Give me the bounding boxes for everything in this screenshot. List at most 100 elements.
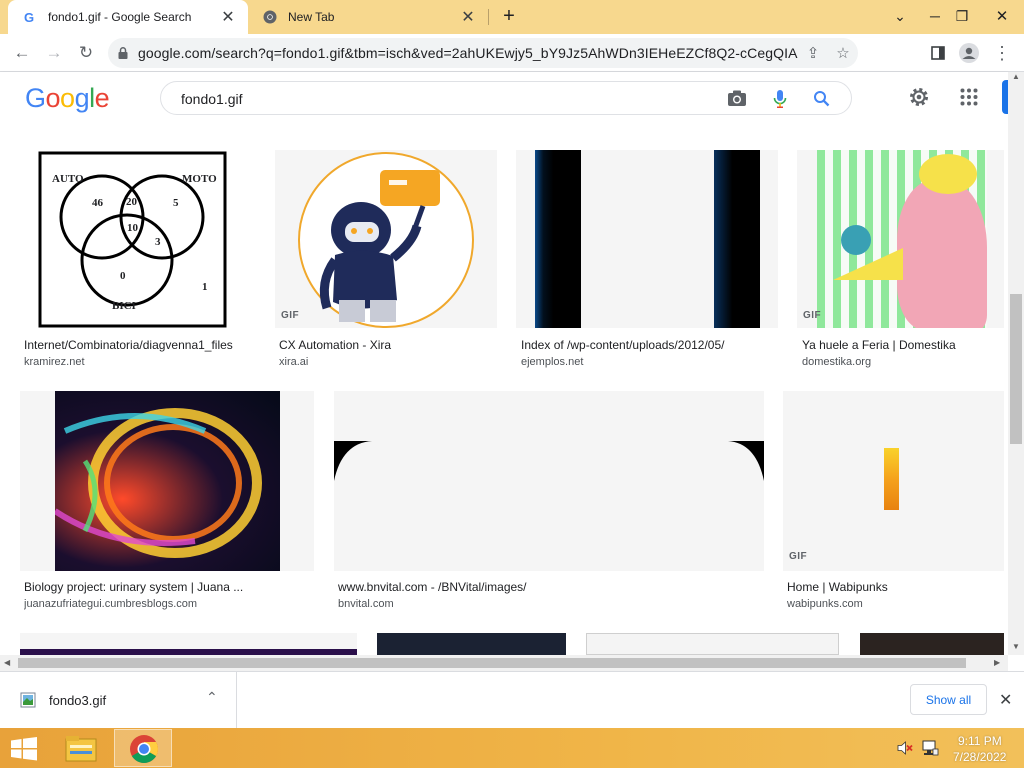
image-result-xira[interactable]: GIF CX Automation - Xira xira.ai — [275, 150, 497, 370]
venn-number: 1 — [202, 281, 208, 293]
microphone-icon[interactable] — [773, 89, 787, 112]
chrome-taskbar-button[interactable] — [114, 729, 172, 767]
profile-avatar-icon[interactable] — [955, 39, 983, 67]
result-caption[interactable]: CX Automation - Xira — [279, 338, 497, 352]
image-result-clipped[interactable] — [860, 633, 1004, 655]
tab-google-search[interactable]: G fondo1.gif - Google Search ✕ — [8, 0, 248, 34]
clock-date[interactable]: 7/28/2022 — [953, 750, 1006, 764]
chrome-icon — [262, 9, 278, 25]
forward-arrow-icon[interactable]: → — [40, 39, 68, 67]
image-result-venn[interactable]: AUTO MOTO BICI 46 20 5 10 3 0 1 Internet… — [20, 150, 256, 370]
scroll-thumb[interactable] — [1010, 294, 1022, 444]
chevron-up-icon[interactable]: ⌃ — [206, 689, 218, 706]
horizontal-scrollbar[interactable]: ◀ ▶ — [0, 655, 1008, 671]
image-thumbnail[interactable] — [20, 391, 314, 571]
more-menu-icon[interactable]: ⋮ — [988, 39, 1016, 67]
tab-divider — [488, 9, 489, 25]
side-panel-icon[interactable] — [924, 39, 952, 67]
result-caption[interactable]: Internet/Combinatoria/diagvenna1_files — [24, 338, 256, 352]
result-source[interactable]: ejemplos.net — [521, 356, 778, 368]
search-icon[interactable] — [813, 90, 831, 111]
svg-text:G: G — [24, 10, 34, 24]
venn-label-auto: AUTO — [52, 173, 84, 185]
result-source[interactable]: domestika.org — [802, 356, 1004, 368]
image-result-clipped[interactable] — [20, 633, 357, 655]
result-caption[interactable]: www.bnvital.com - /BNVital/images/ — [338, 580, 764, 594]
gif-badge: GIF — [281, 310, 300, 321]
image-result-ejemplos[interactable]: Index of /wp-content/uploads/2012/05/ ej… — [516, 150, 778, 370]
clock-time[interactable]: 9:11 PM — [958, 734, 1002, 748]
yellow-shape-image — [919, 154, 977, 194]
network-icon[interactable] — [921, 740, 939, 759]
robot-illustration-image — [298, 152, 474, 328]
image-result-domestika[interactable]: GIF Ya huele a Feria | Domestika domesti… — [797, 150, 1004, 370]
dark-bar-image — [535, 150, 581, 328]
windows-taskbar: 9:11 PM 7/28/2022 — [0, 728, 1024, 768]
image-result-clipped[interactable] — [586, 633, 839, 655]
download-item[interactable]: fondo3.gif ⌃ — [0, 672, 237, 728]
venn-label-bici: BICI — [112, 300, 136, 312]
result-source[interactable]: bnvital.com — [338, 598, 764, 610]
image-thumbnail[interactable]: GIF — [275, 150, 497, 328]
cosmic-swirl-image — [55, 391, 280, 571]
settings-gear-icon[interactable] — [908, 86, 930, 111]
result-caption[interactable]: Home | Wabipunks — [787, 580, 1004, 594]
image-result-clipped[interactable] — [377, 633, 566, 655]
venn-number: 0 — [120, 270, 126, 282]
tab-new-tab[interactable]: New Tab ✕ — [248, 0, 488, 34]
scroll-thumb[interactable] — [18, 658, 966, 668]
corner-shapes-image — [334, 441, 764, 481]
search-box[interactable]: fondo1.gif — [160, 81, 852, 115]
back-arrow-icon[interactable]: ← — [8, 39, 36, 67]
apps-grid-icon[interactable] — [960, 88, 978, 109]
scroll-up-arrow-icon[interactable]: ▲ — [1012, 72, 1020, 81]
vertical-scrollbar[interactable]: ▲ ▼ — [1008, 72, 1024, 655]
result-source[interactable]: wabipunks.com — [787, 598, 1004, 610]
light-panel-image — [581, 150, 714, 328]
image-file-icon — [20, 692, 36, 711]
image-result-wabipunks[interactable]: GIF Home | Wabipunks wabipunks.com — [783, 391, 1004, 613]
image-thumbnail[interactable] — [516, 150, 778, 328]
pink-shape-image — [897, 180, 987, 328]
close-tab-icon[interactable]: ✕ — [458, 7, 478, 27]
image-thumbnail[interactable]: GIF — [783, 391, 1004, 571]
google-logo[interactable]: Google — [25, 83, 110, 113]
speaker-muted-icon[interactable] — [897, 740, 913, 759]
address-bar[interactable]: google.com/search?q=fondo1.gif&tbm=isch&… — [108, 38, 858, 68]
close-window-icon[interactable]: ✕ — [985, 0, 1019, 32]
result-caption[interactable]: Index of /wp-content/uploads/2012/05/ — [521, 338, 778, 352]
image-thumbnail[interactable]: AUTO MOTO BICI 46 20 5 10 3 0 1 — [20, 150, 256, 328]
scroll-right-arrow-icon[interactable]: ▶ — [994, 658, 1000, 667]
swirl-rings-image — [55, 408, 262, 558]
teal-ball-image — [841, 225, 871, 255]
scroll-left-arrow-icon[interactable]: ◀ — [4, 658, 10, 667]
show-all-button[interactable]: Show all — [910, 684, 987, 715]
file-explorer-icon[interactable] — [64, 733, 98, 766]
result-caption[interactable]: Biology project: urinary system | Juana … — [24, 580, 314, 594]
image-result-bnvital[interactable]: www.bnvital.com - /BNVital/images/ bnvit… — [334, 391, 764, 613]
image-result-biology[interactable]: Biology project: urinary system | Juana … — [20, 391, 314, 613]
tab-title: fondo1.gif - Google Search — [48, 10, 192, 24]
result-source[interactable]: juanazufriategui.cumbresblogs.com — [24, 598, 314, 610]
share-icon[interactable]: ⇪ — [798, 38, 828, 68]
chrome-icon — [129, 734, 159, 767]
chevron-down-icon[interactable]: ⌄ — [883, 0, 917, 32]
result-source[interactable]: xira.ai — [279, 356, 497, 368]
close-tab-icon[interactable]: ✕ — [218, 7, 238, 27]
venn-number: 3 — [155, 236, 161, 248]
url-text: google.com/search?q=fondo1.gif&tbm=isch&… — [138, 45, 798, 61]
close-download-bar-icon[interactable]: ✕ — [999, 690, 1012, 710]
scroll-down-arrow-icon[interactable]: ▼ — [1012, 642, 1020, 651]
result-caption[interactable]: Ya huele a Feria | Domestika — [802, 338, 1004, 352]
windows-start-icon[interactable] — [10, 737, 38, 764]
search-query[interactable]: fondo1.gif — [181, 91, 243, 107]
image-thumbnail[interactable]: GIF — [797, 150, 1004, 328]
result-source[interactable]: kramirez.net — [24, 356, 256, 368]
image-thumbnail[interactable] — [334, 391, 764, 571]
google-header: Google fondo1.gif — [0, 72, 1008, 124]
new-tab-button[interactable]: + — [492, 0, 526, 32]
camera-search-icon[interactable] — [727, 89, 747, 110]
restore-icon[interactable]: ❐ — [945, 0, 979, 32]
bookmark-star-icon[interactable]: ☆ — [828, 38, 858, 68]
reload-icon[interactable]: ↻ — [72, 39, 100, 67]
